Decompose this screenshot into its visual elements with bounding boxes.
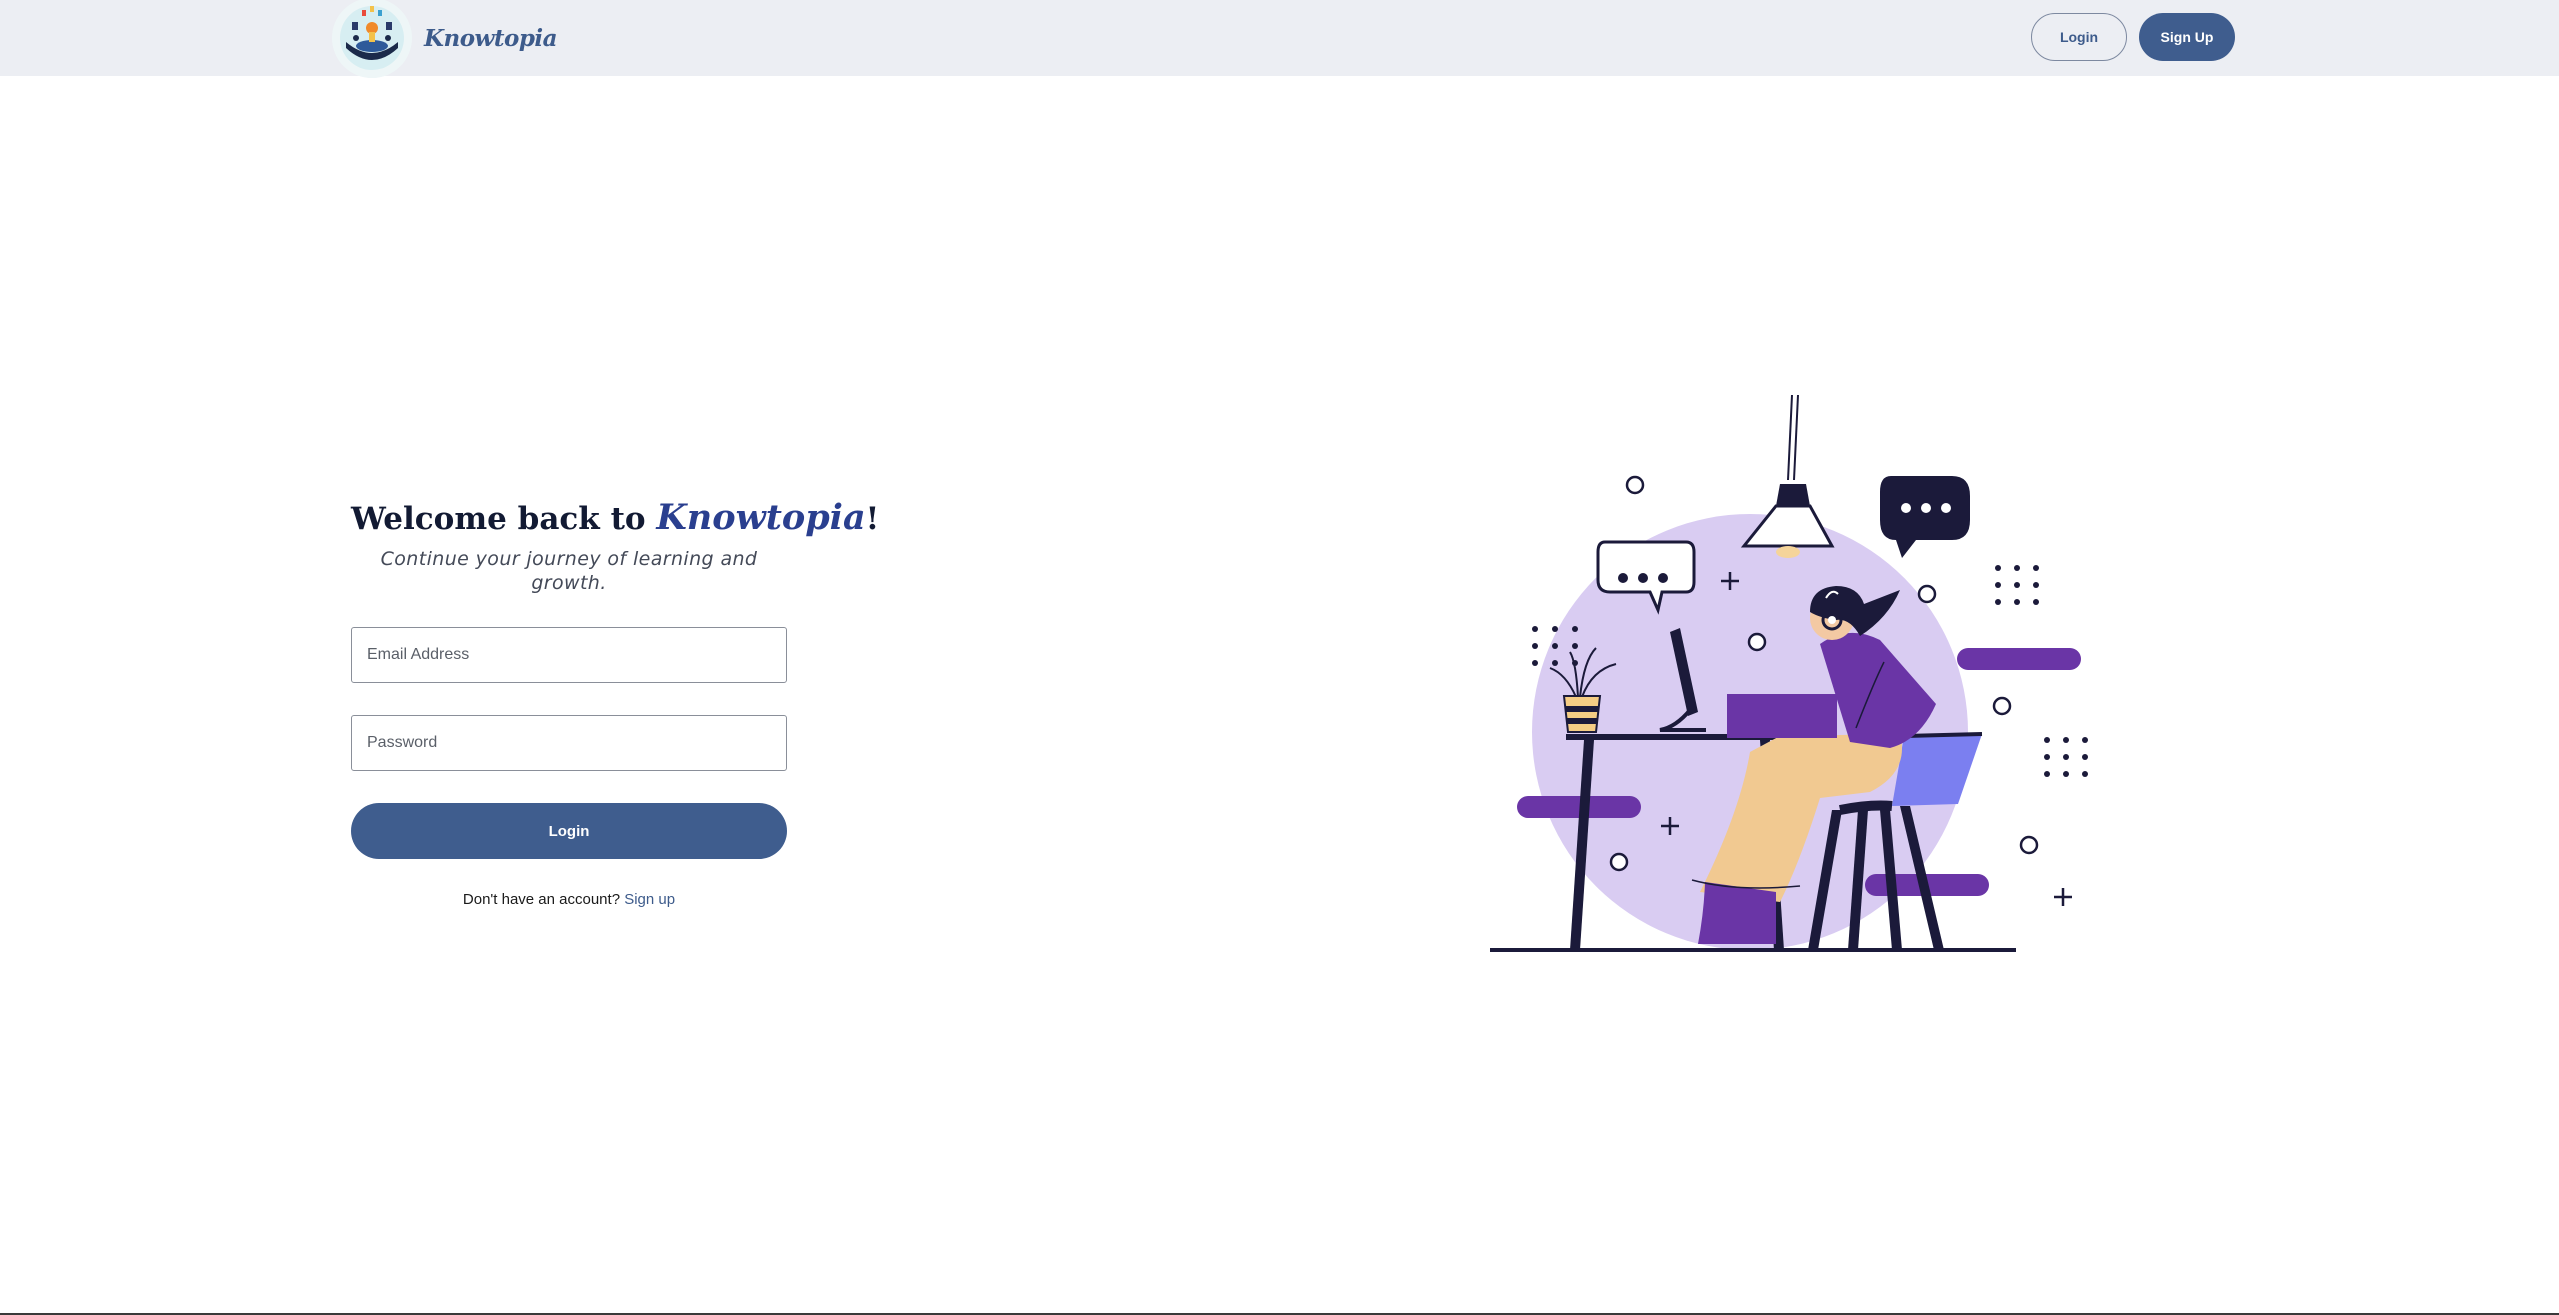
welcome-suffix: ! [865, 501, 880, 537]
person-at-desk-illustration [1480, 392, 2100, 962]
welcome-heading: Welcome back to Knowtopia! [351, 490, 879, 547]
nav-login-button[interactable]: Login [2031, 13, 2127, 61]
welcome-brand: Knowtopia [656, 497, 866, 538]
nav-signup-button[interactable]: Sign Up [2139, 13, 2235, 61]
password-field[interactable] [351, 715, 787, 771]
brand-name[interactable]: Knowtopia [424, 25, 558, 52]
no-account-text: Don't have an account? [462, 891, 621, 908]
logo-icon[interactable] [332, 0, 412, 78]
nav-actions: Login Sign Up [2031, 13, 2235, 61]
email-field[interactable] [351, 627, 787, 683]
signup-link[interactable]: Sign up [624, 891, 675, 908]
brand[interactable]: Knowtopia [332, 0, 558, 78]
signup-prompt: Don't have an account? Sign up [351, 891, 787, 908]
navbar: Knowtopia Login Sign Up [0, 0, 2559, 78]
login-form: Welcome back to Knowtopia! Continue your… [351, 490, 879, 908]
welcome-prefix: Welcome back to [351, 501, 657, 537]
login-button[interactable]: Login [351, 803, 787, 859]
welcome-subtitle: Continue your journey of learning and gr… [380, 548, 758, 594]
